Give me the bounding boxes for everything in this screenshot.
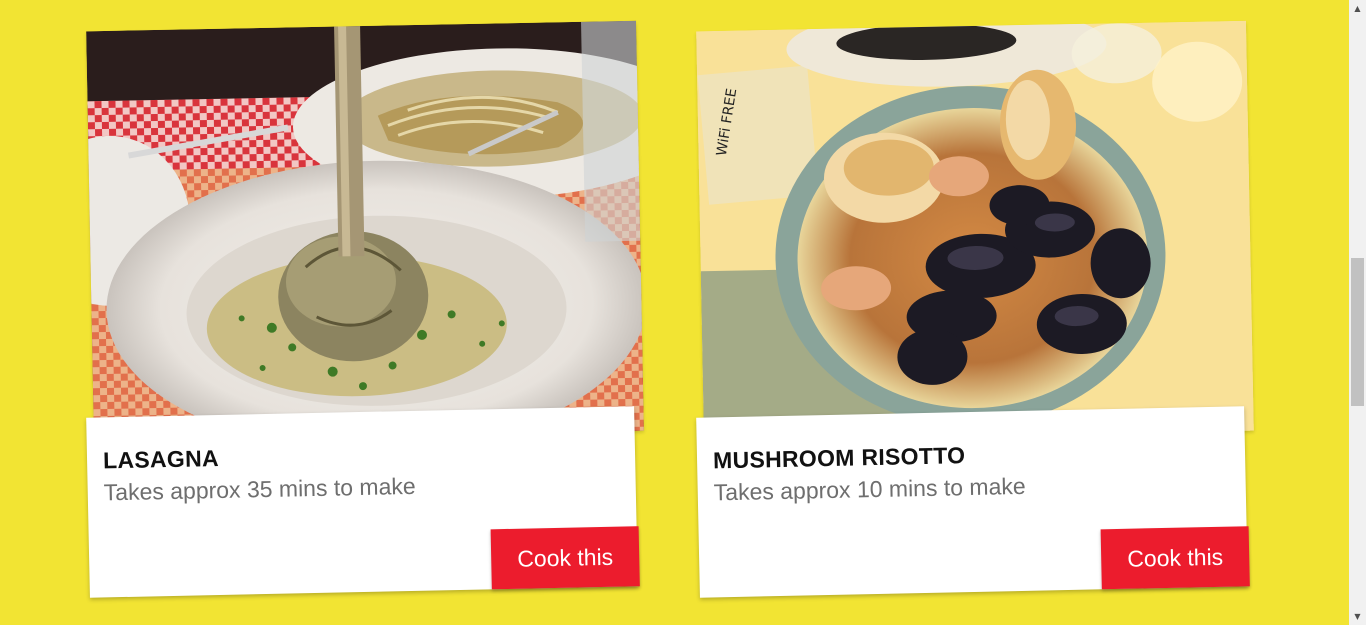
- recipe-title: MUSHROOM RISOTTO: [712, 442, 966, 474]
- food-photo-mussels: WiFi FREE: [696, 20, 1254, 442]
- vertical-scrollbar[interactable]: ▲ ▼: [1349, 0, 1366, 625]
- recipe-card: LASAGNA Takes approx 35 mins to make Coo…: [86, 20, 646, 600]
- scroll-up-icon[interactable]: ▲: [1349, 0, 1366, 17]
- recipe-duration: Takes approx 10 mins to make: [713, 472, 1026, 506]
- recipe-card: WiFi FREE MUSHROOM RISOTTO Takes approx …: [696, 20, 1256, 600]
- scrollbar-thumb[interactable]: [1351, 258, 1364, 406]
- recipe-duration: Takes approx 35 mins to make: [103, 472, 416, 506]
- recipe-info-panel: LASAGNA Takes approx 35 mins to make Coo…: [86, 406, 640, 598]
- scroll-down-icon[interactable]: ▼: [1349, 608, 1366, 625]
- page: LASAGNA Takes approx 35 mins to make Coo…: [0, 0, 1349, 625]
- recipe-photo: WiFi FREE: [696, 20, 1254, 442]
- food-photo-artichoke: [86, 20, 644, 442]
- recipe-photo: [86, 20, 644, 442]
- cook-this-button[interactable]: Cook this: [1100, 526, 1250, 590]
- cook-this-button[interactable]: Cook this: [490, 526, 640, 590]
- recipe-title: LASAGNA: [102, 444, 220, 474]
- recipe-info-panel: MUSHROOM RISOTTO Takes approx 10 mins to…: [696, 406, 1250, 598]
